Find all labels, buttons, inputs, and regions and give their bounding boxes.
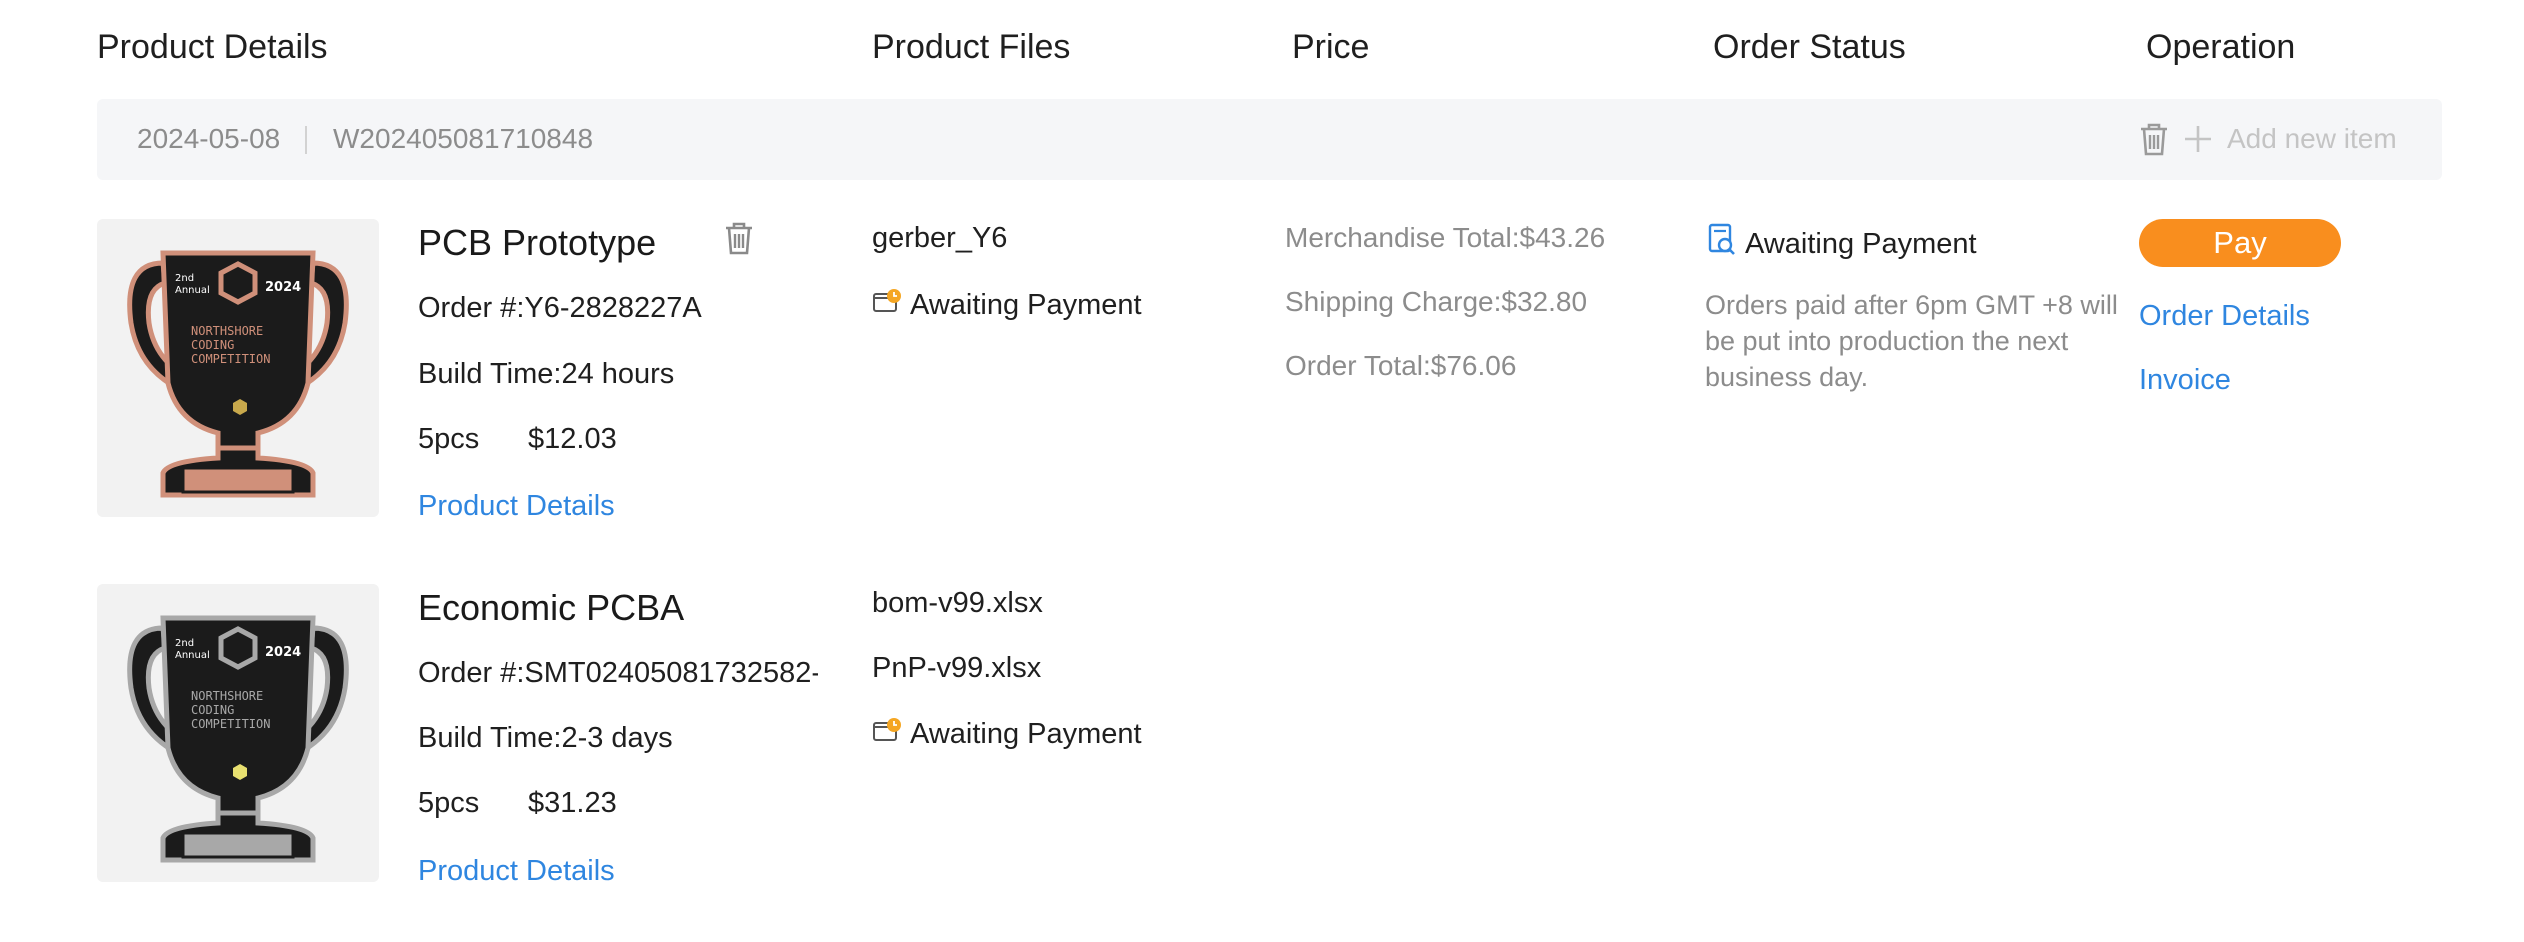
divider [305,126,307,154]
file-status: Awaiting Payment [872,717,1142,751]
trophy-pcb-image: 2nd Annual 2024 NORTHSHORE CODING COMPET… [127,250,349,498]
product-quantity: 5pcs [418,423,480,455]
thumb-text: 2024 [265,280,301,295]
plus-icon[interactable] [2181,121,2215,162]
trophy-pcba-image: 2nd Annual 2024 NORTHSHORE CODING COMPET… [127,615,349,863]
thumb-text: CODING [191,703,234,717]
pay-button[interactable]: Pay [2139,219,2341,267]
document-search-icon [1707,223,1737,265]
order-total: Order Total:$76.06 [1285,350,1517,381]
product-order-number: Order #:Y6-2828227A [418,292,702,324]
payment-clock-icon [872,288,902,322]
add-new-item-link[interactable]: Add new item [2227,123,2397,155]
product-build-time: Build Time:24 hours [418,358,675,390]
file-status-text: Awaiting Payment [910,288,1142,321]
header-operation: Operation [2146,28,2296,66]
product-thumbnail: 2nd Annual 2024 NORTHSHORE CODING COMPET… [97,219,379,517]
thumb-text: Annual [175,650,210,661]
order-number: W202405081710848 [333,123,594,154]
file-name[interactable]: PnP-v99.xlsx [872,652,1041,685]
shipping-charge: Shipping Charge:$32.80 [1285,286,1588,317]
invoice-link[interactable]: Invoice [2139,364,2231,397]
delete-item-trash-icon[interactable] [722,220,756,261]
file-name[interactable]: gerber_Y6 [872,222,1007,255]
order-group-bar: 2024-05-08 W202405081710848 Add new item [97,99,2442,180]
merchandise-total: Merchandise Total:$43.26 [1285,222,1606,253]
product-details-link[interactable]: Product Details [418,490,615,523]
thumb-text: 2024 [265,645,301,660]
production-note: Orders paid after 6pm GMT +8 will be put… [1705,290,2118,392]
header-price: Price [1292,28,1370,66]
order-date: 2024-05-08 [137,123,281,154]
product-thumbnail: 2nd Annual 2024 NORTHSHORE CODING COMPET… [97,584,379,882]
product-unit-price: $31.23 [528,787,617,819]
trash-icon[interactable] [2137,121,2171,162]
order-details-link[interactable]: Order Details [2139,300,2310,333]
product-quantity: 5pcs [418,787,480,819]
product-name: Economic PCBA [418,587,685,628]
header-product-details: Product Details [97,28,328,66]
product-build-time: Build Time:2-3 days [418,722,673,754]
product-name: PCB Prototype [418,222,657,263]
product-order-number: Order #:SMT02405081732582-2 [418,657,818,689]
thumb-text: COMPETITION [191,717,270,731]
payment-clock-icon [872,717,902,751]
thumb-text: Annual [175,285,210,296]
file-status-text: Awaiting Payment [910,717,1142,750]
thumb-text: 2nd [175,638,194,649]
header-product-files: Product Files [872,28,1071,66]
thumb-text: COMPETITION [191,352,270,366]
order-status-text: Awaiting Payment [1745,227,1977,260]
product-unit-price: $12.03 [528,423,617,455]
thumb-text: CODING [191,338,234,352]
order-status: Awaiting Payment [1707,223,1977,265]
file-name[interactable]: bom-v99.xlsx [872,587,1043,620]
header-order-status: Order Status [1713,28,1906,66]
thumb-text: 2nd [175,273,194,284]
thumb-text: NORTHSHORE [191,324,263,338]
file-status: Awaiting Payment [872,288,1142,322]
thumb-text: NORTHSHORE [191,689,263,703]
product-details-link[interactable]: Product Details [418,855,615,888]
